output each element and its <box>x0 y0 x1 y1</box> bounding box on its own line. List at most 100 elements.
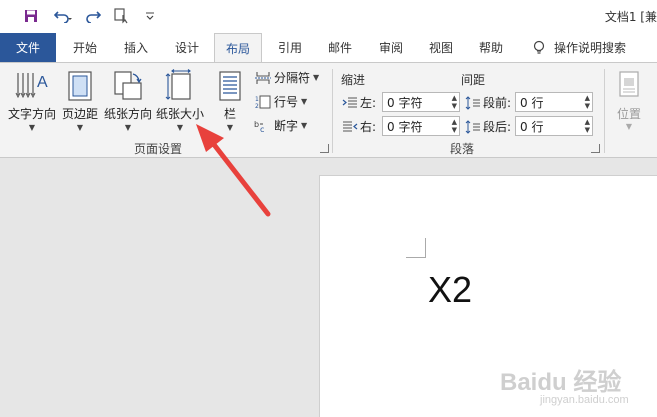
spacing-after-value: 0 行 <box>520 119 544 134</box>
spin-arrows-icon[interactable]: ▲ ▼ <box>452 94 457 110</box>
watermark-url: jingyan.baidu.com <box>540 394 629 406</box>
orientation-button[interactable]: 纸张方向 ▼ <box>104 69 152 132</box>
group-divider <box>332 69 333 153</box>
spin-arrows-icon[interactable]: ▲ ▼ <box>452 118 457 134</box>
tab-review[interactable]: 审阅 <box>368 33 414 62</box>
chevron-down-icon: ▼ <box>226 123 234 132</box>
text-direction-icon: A <box>15 73 48 99</box>
size-label: 纸张大小 <box>156 107 205 121</box>
position-label: 位置 <box>616 107 641 121</box>
chevron-down-icon: ▼ <box>76 123 84 132</box>
text-direction-button[interactable]: A 文字方向 ▼ <box>8 69 56 132</box>
redo-button[interactable] <box>84 6 102 26</box>
save-icon <box>25 10 37 22</box>
spin-arrows-icon[interactable]: ▲ ▼ <box>585 118 590 134</box>
indent-right-label: 右: <box>360 120 377 134</box>
chevron-down-icon: ▼ <box>124 123 132 132</box>
chevron-down-icon: ▼ <box>28 123 36 132</box>
svg-text:b: b <box>254 120 259 129</box>
tab-view[interactable]: 视图 <box>418 33 464 62</box>
columns-label: 栏 <box>223 107 236 121</box>
chevron-down-icon: ▼ <box>176 123 184 132</box>
margins-button[interactable]: 页边距 ▼ <box>62 69 98 132</box>
redo-icon <box>86 11 101 23</box>
document-body-text[interactable]: X2 <box>428 269 472 311</box>
lightbulb-icon <box>533 40 545 54</box>
line-numbers-icon: 1 2 <box>255 95 271 109</box>
hyphenation-label: 断字 <box>274 119 299 133</box>
spacing-title: 间距 <box>461 73 486 87</box>
indent-title: 缩进 <box>341 73 366 87</box>
columns-icon <box>219 71 241 101</box>
ribbon-layout: A 文字方向 ▼ 页边距 ▼ 纸张方向 ▼ 纸张大小 ▼ 栏 ▼ 分隔符 ▼ 1… <box>0 62 657 158</box>
tab-home[interactable]: 开始 <box>62 33 108 62</box>
tab-mailings[interactable]: 邮件 <box>317 33 363 62</box>
spacing-after-input[interactable]: 0 行 ▲ ▼ <box>515 116 593 136</box>
hyphenation-button[interactable]: b c 断字 ▼ <box>254 117 307 134</box>
margins-icon <box>68 71 92 101</box>
position-button[interactable]: 位置 ▼ <box>614 69 644 131</box>
hyphenation-icon: b c <box>254 120 264 133</box>
chevron-down-icon: ▼ <box>301 97 308 106</box>
spacing-after-label: 段后: <box>483 120 512 134</box>
indent-left-icon <box>342 97 357 107</box>
tell-me-label: 操作说明搜索 <box>554 41 627 55</box>
save-button[interactable] <box>22 6 40 26</box>
page-size-icon <box>165 69 191 100</box>
breaks-label: 分隔符 <box>274 71 311 85</box>
line-numbers-label: 行号 <box>274 95 299 109</box>
spacing-before-label: 段前: <box>483 96 512 110</box>
svg-text:c: c <box>260 125 264 133</box>
indent-right-input[interactable]: 0 字符 ▲ ▼ <box>382 116 460 136</box>
chevron-down-icon: ▼ <box>301 121 308 130</box>
group-divider <box>604 69 605 153</box>
chevron-down-icon <box>146 12 154 20</box>
page-setup-group-label: 页面设置 <box>134 142 183 156</box>
tab-design[interactable]: 设计 <box>164 33 210 62</box>
spacing-after-icon <box>465 119 480 134</box>
columns-button[interactable]: 栏 ▼ <box>218 69 242 132</box>
margins-label: 页边距 <box>62 107 99 121</box>
spacing-before-value: 0 行 <box>520 95 544 110</box>
indent-left-label: 左: <box>360 96 377 110</box>
svg-text:A: A <box>37 74 48 91</box>
tab-references[interactable]: 引用 <box>267 33 313 62</box>
spacing-before-input[interactable]: 0 行 ▲ ▼ <box>515 92 593 112</box>
paragraph-group-label: 段落 <box>450 142 475 156</box>
undo-icon <box>54 11 72 23</box>
spacing-after-label-wrap: 段后: <box>465 118 511 135</box>
watermark-logo: Baidu 经验 <box>500 369 622 396</box>
indent-right-value: 0 字符 <box>387 119 423 134</box>
touch-mode-button[interactable] <box>112 6 132 26</box>
line-numbers-button[interactable]: 1 2 行号 ▼ <box>254 93 307 110</box>
chevron-down-icon: ▼ <box>313 73 320 82</box>
svg-text:2: 2 <box>255 103 259 109</box>
indent-right-label-wrap: 右: <box>342 118 376 135</box>
indent-left-label-wrap: 左: <box>342 94 376 111</box>
quick-access-toolbar: 文档1 [兼 <box>0 0 657 33</box>
orientation-icon <box>114 71 142 100</box>
breaks-button[interactable]: 分隔符 ▼ <box>254 69 319 86</box>
paragraph-launcher[interactable] <box>591 144 600 153</box>
chevron-down-icon: ▼ <box>625 122 633 131</box>
spacing-before-icon <box>465 95 480 110</box>
tab-help[interactable]: 帮助 <box>468 33 514 62</box>
undo-button[interactable] <box>50 6 76 26</box>
size-button[interactable]: 纸张大小 ▼ <box>156 69 204 132</box>
tell-me-search[interactable]: 操作说明搜索 <box>532 33 626 62</box>
spin-arrows-icon[interactable]: ▲ ▼ <box>585 94 590 110</box>
orientation-label: 纸张方向 <box>104 107 153 121</box>
tab-file[interactable]: 文件 <box>0 33 56 62</box>
indent-left-value: 0 字符 <box>387 95 423 110</box>
indent-left-input[interactable]: 0 字符 ▲ ▼ <box>382 92 460 112</box>
position-icon <box>619 71 639 97</box>
page-setup-launcher[interactable] <box>320 144 329 153</box>
document-title: 文档1 [兼 <box>604 10 657 24</box>
margin-corner-mark <box>406 238 426 258</box>
customize-qat-button[interactable] <box>142 6 158 26</box>
breaks-icon <box>255 71 271 84</box>
indent-right-icon <box>343 121 358 131</box>
tab-layout[interactable]: 布局 <box>214 33 262 62</box>
touch-mode-icon <box>114 8 128 24</box>
tab-insert[interactable]: 插入 <box>113 33 159 62</box>
